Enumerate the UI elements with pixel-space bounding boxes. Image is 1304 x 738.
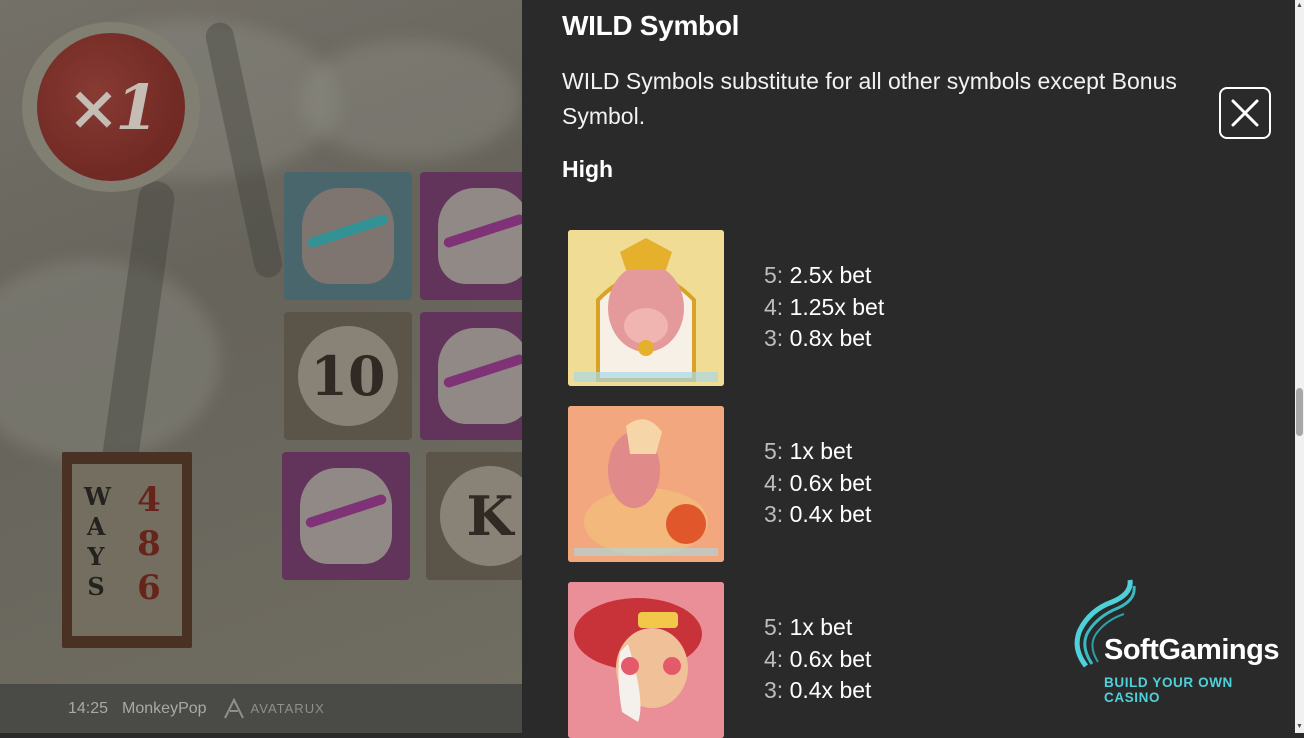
pay-row: 3: 0.8x bet [764, 325, 872, 351]
close-button[interactable] [1219, 87, 1271, 139]
status-bar: 14:25 MonkeyPop AVATARUX [0, 684, 522, 733]
symbol-monkey-king [568, 230, 724, 386]
pay-row: 3: 0.4x bet [764, 501, 872, 527]
close-icon [1231, 99, 1259, 127]
clock-time: 14:25 [68, 699, 109, 717]
symbol-pink-monkey [568, 582, 724, 738]
avatarux-logo-icon [223, 697, 244, 718]
softgamings-watermark: SoftGamings BUILD YOUR OWN CASINO [1068, 578, 1292, 705]
symbol-pays: 5: 2.5x bet 4: 1.25x bet 3: 0.8x bet [764, 260, 884, 355]
symbol-orange-monkey [568, 406, 724, 562]
high-section-title: High [562, 156, 614, 182]
pay-row: 5: 2.5x bet [764, 262, 872, 288]
provider-name: AVATARUX [250, 701, 325, 716]
game-area: ×1 10 K WAYS 486 14:25 MonkeyPop AVATARU… [0, 0, 522, 733]
pay-row: 5: 1x bet [764, 438, 853, 464]
brand-tagline: BUILD YOUR OWN CASINO [1104, 675, 1233, 705]
pay-row: 4: 0.6x bet [764, 645, 872, 672]
wild-symbol-description: WILD Symbols substitute for all other sy… [562, 68, 1177, 129]
scroll-up-icon[interactable]: ▲ [1295, 0, 1304, 12]
provider-logo: AVATARUX [223, 697, 325, 720]
symbol-pays: 5: 1x bet 4: 0.6x bet 3: 0.4x bet [764, 612, 871, 707]
scroll-down-icon[interactable]: ▼ [1295, 721, 1304, 733]
scrollbar[interactable]: ▲ ▼ [1295, 0, 1304, 733]
game-name: MonkeyPop [122, 699, 207, 717]
pay-row: 5: 1x bet [764, 614, 853, 640]
pay-row: 4: 1.25x bet [764, 293, 885, 320]
wild-symbol-title: WILD Symbol [562, 10, 740, 41]
pay-row: 4: 0.6x bet [764, 469, 872, 496]
brand-name: SoftGamings [1104, 634, 1279, 666]
scrollbar-thumb[interactable] [1296, 388, 1303, 436]
pay-row: 3: 0.4x bet [764, 677, 872, 703]
symbol-pays: 5: 1x bet 4: 0.6x bet 3: 0.4x bet [764, 436, 871, 531]
